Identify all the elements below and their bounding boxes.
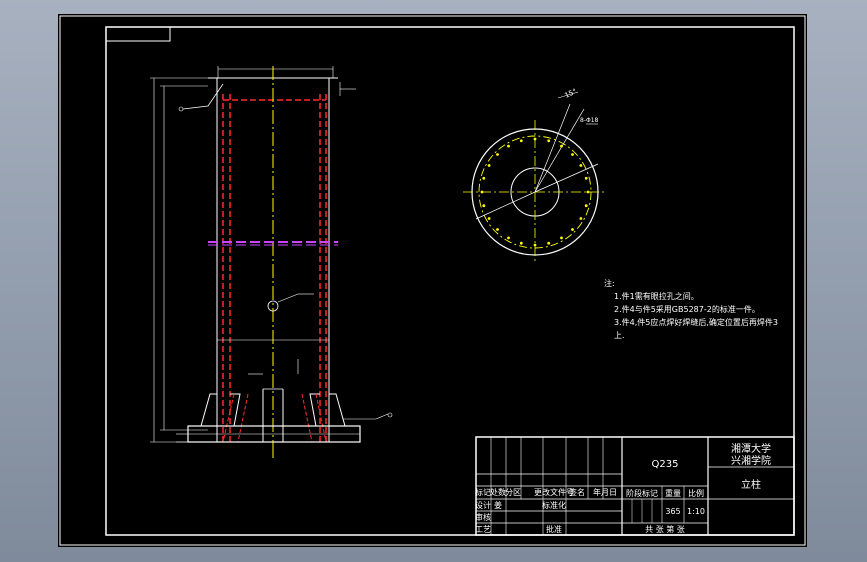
row-review-label: 审核: [475, 512, 491, 522]
header-change-doc: 更改文件号: [534, 487, 574, 497]
bolt-hole: [507, 236, 510, 240]
outer-border: [59, 15, 806, 546]
bolt-hole: [533, 243, 537, 247]
bolt-hole: [586, 190, 590, 194]
row-design-label: 设计: [475, 500, 491, 510]
school-name-line2: 兴湘学院: [731, 454, 771, 467]
bolt-hole: [482, 176, 486, 180]
bolt-hole: [560, 144, 563, 148]
bolt-hole: [496, 228, 499, 231]
row-process-label: 工艺: [475, 525, 491, 534]
angle-dimension: 15°: [563, 87, 578, 100]
weight-label: 重量: [665, 488, 681, 498]
bolt-hole: [480, 190, 484, 194]
note-line-2: 2.件4与件5采用GB5287-2的标准一件。: [614, 304, 760, 314]
bolt-hole: [584, 176, 588, 180]
drawing-canvas[interactable]: 15° 8-Φ18 注: 1.件1需有眼拉孔之间。 2.件4与件5采用GB528…: [58, 14, 807, 547]
stage-mark-label: 阶段标记: [626, 488, 658, 498]
bolt-hole: [507, 144, 510, 148]
bolt-hole: [560, 236, 563, 240]
row-design-standard: 标准化: [542, 500, 566, 510]
notes-heading: 注:: [604, 278, 615, 288]
corner-label-box: [105, 26, 171, 42]
hole-dimension: 8-Φ18: [580, 117, 599, 124]
part-name: 立柱: [741, 478, 761, 491]
note-line-3: 3.件4,件5应点焊好焊缝后,确定位置后再焊件3: [614, 317, 778, 327]
bolt-hole: [533, 137, 537, 141]
bolt-hole: [547, 139, 551, 143]
column-front-view: [150, 66, 393, 459]
bolt-hole: [571, 228, 574, 231]
header-zone: 分区: [505, 488, 521, 497]
bolt-hole: [584, 204, 588, 208]
scale-value: 1:10: [687, 507, 705, 516]
header-date: 年月日: [593, 487, 617, 497]
drawing-frame: [105, 26, 795, 536]
bolt-hole: [519, 139, 523, 143]
note-line-4: 上.: [614, 331, 625, 340]
bolt-hole: [547, 241, 551, 245]
school-name-line1: 湘潭大学: [731, 442, 771, 455]
technical-notes: 注: 1.件1需有眼拉孔之间。 2.件4与件5采用GB5287-2的标准一件。 …: [604, 278, 778, 340]
note-line-1: 1.件1需有眼拉孔之间。: [614, 291, 699, 301]
bolt-hole: [496, 153, 499, 156]
header-count: 处数: [490, 487, 506, 497]
bolt-hole: [487, 164, 491, 167]
row-process-approve: 批准: [546, 524, 562, 534]
scale-label: 比例: [688, 488, 704, 498]
row-design-name: 姜: [494, 500, 502, 510]
bolt-hole: [519, 241, 523, 245]
drawing-svg: 15° 8-Φ18 注: 1.件1需有眼拉孔之间。 2.件4与件5采用GB528…: [59, 15, 806, 546]
title-block-text: Q235 湘潭大学 兴湘学院 立柱 标记 处数 分区 更改文件号 签名 年月日 …: [475, 442, 771, 534]
bolt-hole: [487, 217, 491, 220]
bolt-hole: [579, 217, 583, 220]
weight-value: 365: [665, 507, 680, 516]
header-mark: 标记: [475, 487, 491, 497]
header-signature: 签名: [569, 487, 585, 497]
bolt-hole: [579, 164, 583, 167]
sheet-count: 共 张 第 张: [645, 524, 685, 534]
bolt-hole: [482, 204, 486, 208]
bolt-hole: [571, 153, 574, 156]
cad-viewport: 15° 8-Φ18 注: 1.件1需有眼拉孔之间。 2.件4与件5采用GB528…: [0, 0, 867, 562]
material-label: Q235: [652, 459, 679, 470]
